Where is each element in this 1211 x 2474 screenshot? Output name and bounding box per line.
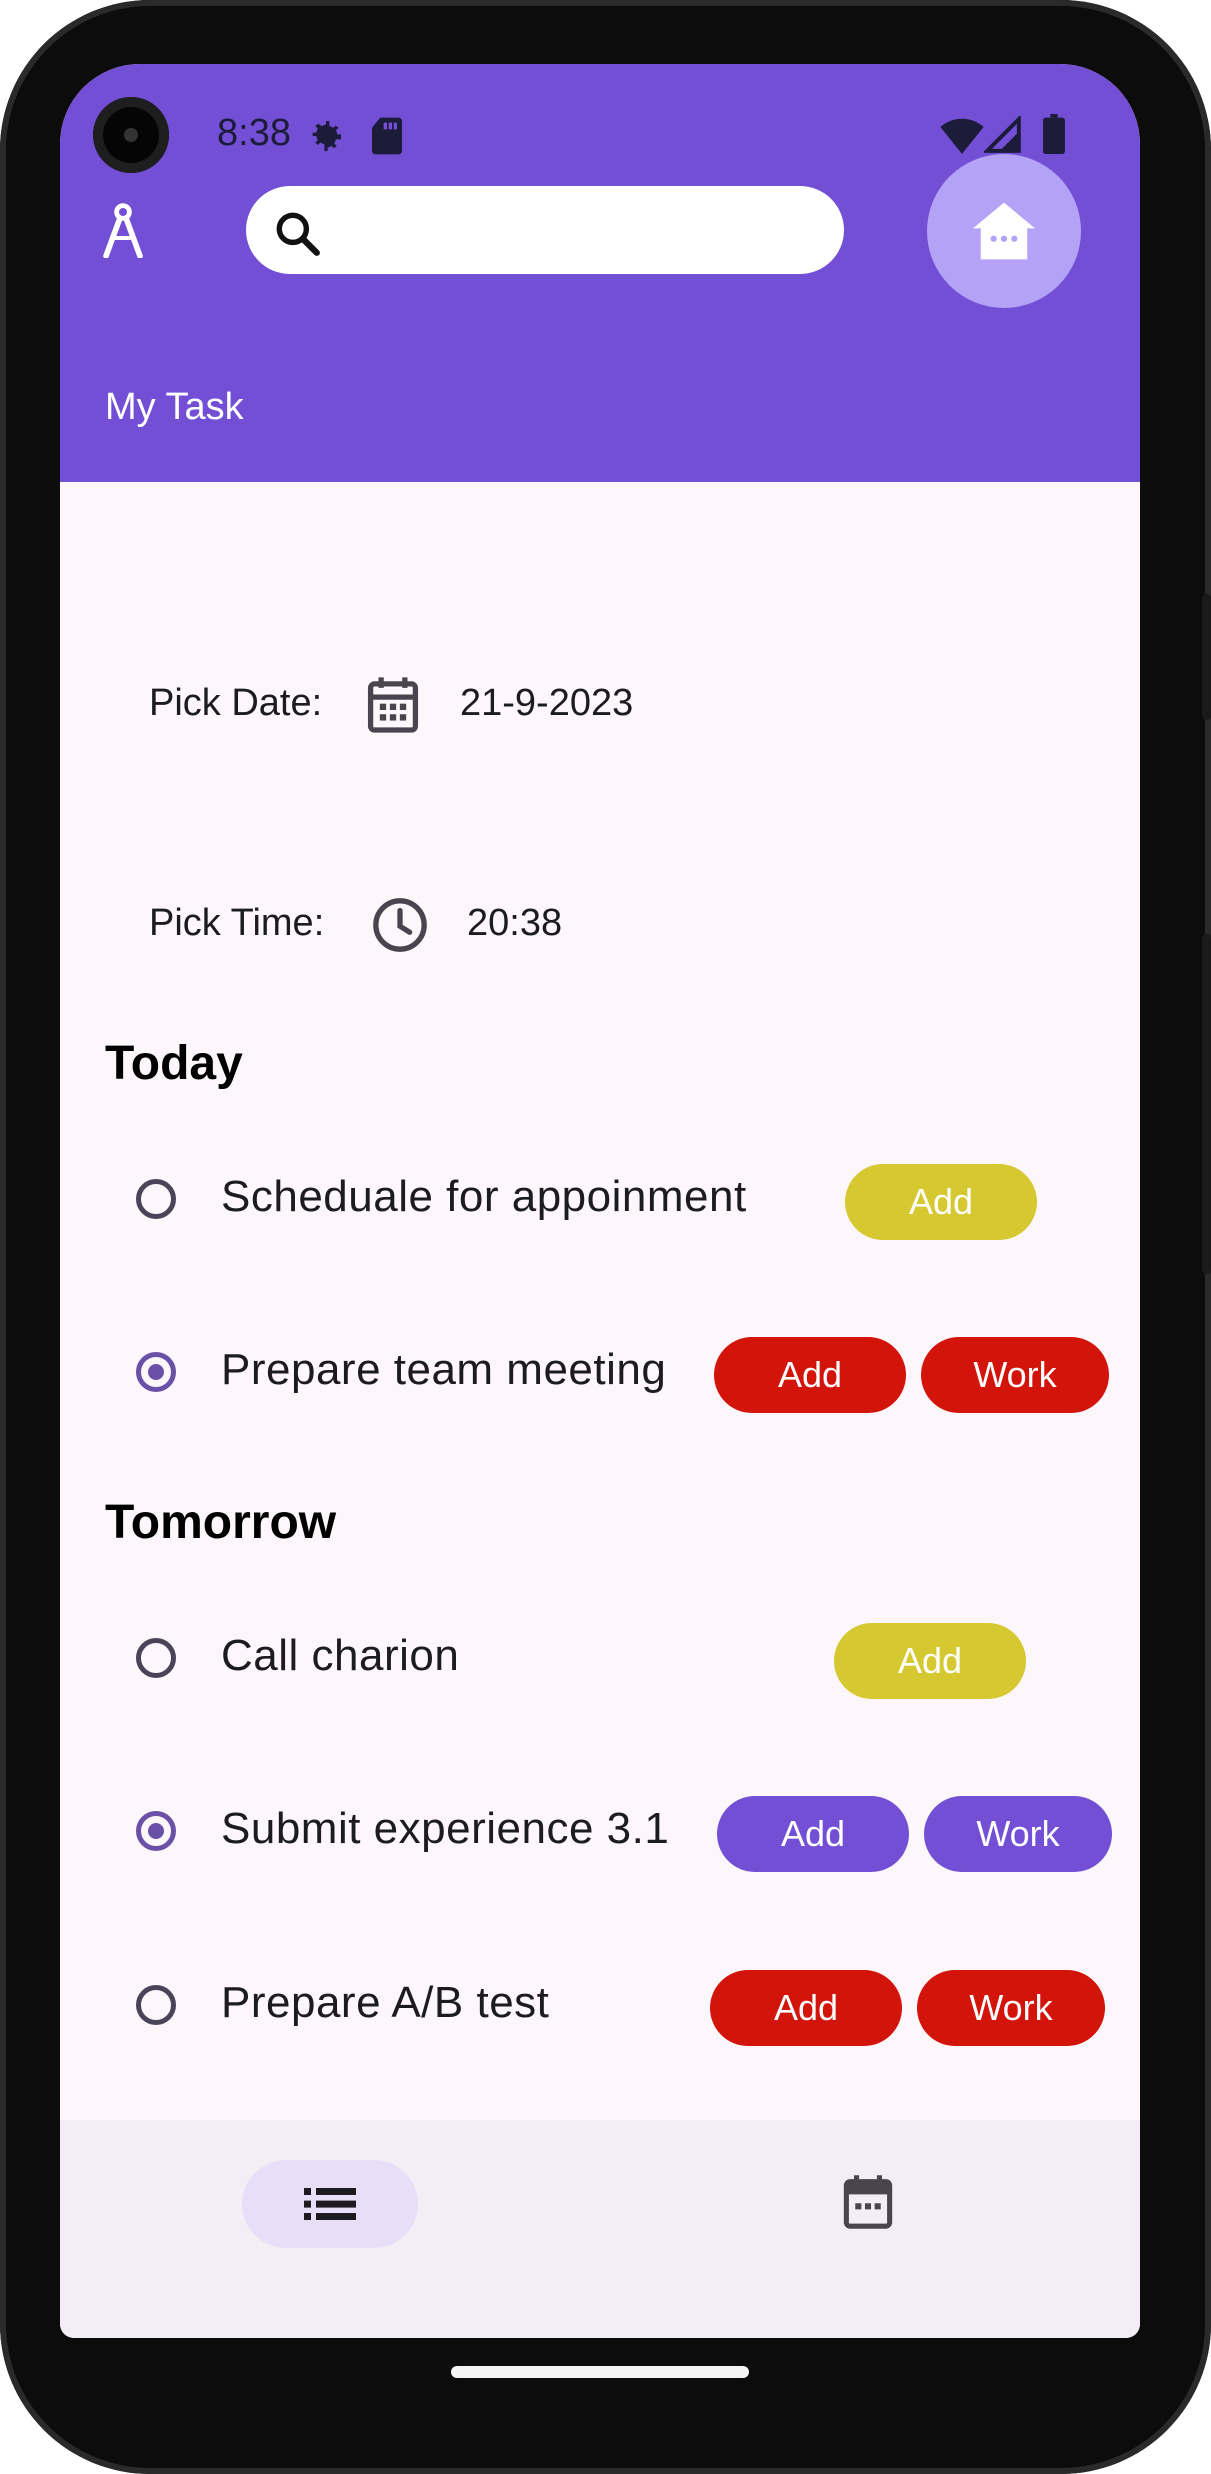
date-value[interactable]: 21-9-2023	[460, 682, 633, 725]
home-icon	[973, 202, 1035, 260]
task-radio[interactable]	[136, 1179, 176, 1219]
power-button	[1202, 594, 1211, 720]
nav-item-calendar[interactable]	[842, 2174, 894, 2235]
page-title: My Task	[105, 386, 244, 428]
task-row: Prepare team meeting Add Work	[60, 1325, 1140, 1425]
tag-chip-add[interactable]: Add	[714, 1337, 906, 1413]
task-text: Call charion	[221, 1631, 460, 1680]
clock-icon[interactable]	[371, 896, 429, 959]
search-icon	[272, 208, 322, 263]
time-value[interactable]: 20:38	[467, 902, 562, 945]
task-text: Prepare team meeting	[221, 1345, 667, 1394]
front-camera	[93, 97, 169, 173]
search-input[interactable]	[336, 200, 820, 262]
bottom-navigation	[60, 2120, 1140, 2338]
task-row: Submit experience 3.1 Add Work	[60, 1784, 1140, 1884]
wifi-icon	[940, 118, 984, 159]
tag-chip-add[interactable]: Add	[845, 1164, 1037, 1240]
calendar-icon[interactable]	[366, 676, 420, 739]
home-gesture-bar[interactable]	[451, 2366, 749, 2378]
task-text: Prepare A/B test	[221, 1978, 550, 2027]
nav-item-list[interactable]	[242, 2160, 418, 2248]
task-radio[interactable]	[136, 1985, 176, 2025]
phone-frame: 8:38 My Task Pick Date: 21-9-2023 Pick T…	[0, 0, 1211, 2474]
time-picker-label: Pick Time:	[149, 902, 325, 944]
task-radio-selected[interactable]	[136, 1352, 176, 1392]
tag-chip-work[interactable]: Work	[917, 1970, 1105, 2046]
tag-chip-add[interactable]: Add	[834, 1623, 1026, 1699]
compass-icon[interactable]	[100, 202, 146, 263]
home-button[interactable]	[927, 154, 1081, 308]
task-text: Submit experience 3.1	[221, 1804, 670, 1853]
task-row: Call charion Add	[60, 1611, 1140, 1711]
sd-card-icon	[370, 116, 404, 161]
section-title-tomorrow: Tomorrow	[105, 1496, 337, 1549]
date-picker-label: Pick Date:	[149, 682, 323, 724]
section-title-today: Today	[105, 1037, 243, 1090]
tag-chip-add[interactable]: Add	[710, 1970, 902, 2046]
tag-chip-add[interactable]: Add	[717, 1796, 909, 1872]
app-bar: 8:38 My Task	[60, 64, 1140, 482]
search-bar[interactable]	[246, 186, 844, 274]
tag-chip-work[interactable]: Work	[921, 1337, 1109, 1413]
task-row: Prepare A/B test Add Work	[60, 1958, 1140, 2058]
task-radio-selected[interactable]	[136, 1811, 176, 1851]
settings-status-icon	[306, 116, 346, 161]
signal-icon	[982, 114, 1022, 159]
list-icon	[304, 2188, 356, 2220]
screen: 8:38 My Task Pick Date: 21-9-2023 Pick T…	[60, 64, 1140, 2338]
status-time: 8:38	[217, 112, 291, 154]
task-text: Scheduale for appoinment	[221, 1172, 747, 1221]
calendar-icon	[843, 2175, 893, 2229]
volume-button	[1202, 934, 1211, 1274]
task-radio[interactable]	[136, 1638, 176, 1678]
battery-icon	[1042, 114, 1066, 159]
tag-chip-work[interactable]: Work	[924, 1796, 1112, 1872]
task-row: Scheduale for appoinment Add	[60, 1152, 1140, 1252]
